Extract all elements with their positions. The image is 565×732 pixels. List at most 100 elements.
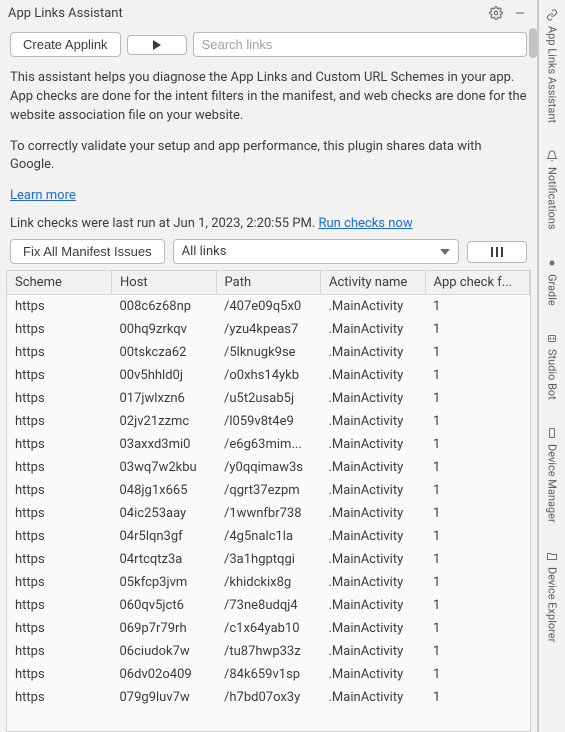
links-table-wrap[interactable]: Scheme Host Path Activity name App check… — [6, 270, 531, 732]
cell-host: 06dv02o409 — [112, 663, 217, 686]
rail-item-elephant[interactable]: Gradle — [545, 252, 559, 310]
cell-check: 1 — [425, 433, 530, 456]
links-table: Scheme Host Path Activity name App check… — [7, 271, 530, 709]
scrollbar-thumb[interactable] — [529, 28, 537, 58]
create-applink-button[interactable]: Create Applink — [10, 32, 121, 57]
table-row[interactable]: https04r5lqn3gf/4g5nalc1la.MainActivity1 — [7, 525, 530, 548]
cell-activity: .MainActivity — [321, 433, 426, 456]
cell-path: /h7bd07ox3y — [216, 686, 321, 709]
cell-path: /5lknugk9se — [216, 341, 321, 364]
cell-scheme: https — [7, 410, 112, 433]
run-checks-link[interactable]: Run checks now — [318, 216, 412, 231]
cell-host: 060qv5jct6 — [112, 594, 217, 617]
cell-scheme: https — [7, 479, 112, 502]
table-row[interactable]: https060qv5jct6/73ne8udqj4.MainActivity1 — [7, 594, 530, 617]
table-row[interactable]: https04rtcqtz3a/3a1hgptqgi.MainActivity1 — [7, 548, 530, 571]
cell-check: 1 — [425, 571, 530, 594]
learn-more-link[interactable]: Learn more — [10, 188, 76, 203]
table-row[interactable]: https02jv21zzmc/l059v8t4e9.MainActivity1 — [7, 410, 530, 433]
fix-manifest-button[interactable]: Fix All Manifest Issues — [10, 239, 165, 264]
table-row[interactable]: https03wq7w2kbu/y0qqimaw3s.MainActivity1 — [7, 456, 530, 479]
cell-path: /73ne8udqj4 — [216, 594, 321, 617]
cell-scheme: https — [7, 433, 112, 456]
rail-item-label: Studio Bot — [546, 349, 559, 400]
table-row[interactable]: https079g9luv7w/h7bd07ox3y.MainActivity1 — [7, 686, 530, 709]
cell-scheme: https — [7, 640, 112, 663]
cell-activity: .MainActivity — [321, 686, 426, 709]
col-scheme[interactable]: Scheme — [7, 271, 112, 295]
table-row[interactable]: https00hq9zrkqv/yzu4kpeas7.MainActivity1 — [7, 318, 530, 341]
cell-host: 069p7r79rh — [112, 617, 217, 640]
rail-item-robot[interactable]: Studio Bot — [545, 327, 559, 404]
table-row[interactable]: https04ic253aay/1wwnfbr738.MainActivity1 — [7, 502, 530, 525]
minimize-icon[interactable] — [511, 4, 529, 22]
status-line: Link checks were last run at Jun 1, 2023… — [0, 212, 537, 239]
cell-check: 1 — [425, 548, 530, 571]
play-button[interactable] — [127, 35, 187, 55]
cell-host: 00hq9zrkqv — [112, 318, 217, 341]
col-check[interactable]: App check f... — [425, 271, 530, 295]
table-row[interactable]: https06dv02o409/84k659v1sp.MainActivity1 — [7, 663, 530, 686]
cell-activity: .MainActivity — [321, 387, 426, 410]
rail-item-label: App Links Assistant — [546, 26, 559, 123]
cell-host: 03wq7w2kbu — [112, 456, 217, 479]
robot-icon — [545, 331, 559, 345]
gear-icon[interactable] — [487, 4, 505, 22]
col-host[interactable]: Host — [112, 271, 217, 295]
col-path[interactable]: Path — [216, 271, 321, 295]
rail-item-label: Gradle — [546, 274, 559, 306]
rail-item-label: Device Manager — [546, 444, 559, 523]
table-row[interactable]: https017jwlxzn6/u5t2usab5j.MainActivity1 — [7, 387, 530, 410]
rail-item-link[interactable]: App Links Assistant — [545, 4, 559, 127]
cell-activity: .MainActivity — [321, 410, 426, 433]
cell-activity: .MainActivity — [321, 640, 426, 663]
cell-host: 079g9luv7w — [112, 686, 217, 709]
table-row[interactable]: https00v5hhld0j/o0xhs14ykb.MainActivity1 — [7, 364, 530, 387]
cell-check: 1 — [425, 318, 530, 341]
table-row[interactable]: https048jg1x665/qgrt37ezpm.MainActivity1 — [7, 479, 530, 502]
phone-icon — [545, 426, 559, 440]
cell-activity: .MainActivity — [321, 341, 426, 364]
rail-item-bell[interactable]: Notifications — [545, 145, 559, 234]
status-time: Jun 1, 2023, 2:20:55 PM — [173, 216, 311, 231]
bell-icon — [545, 149, 559, 163]
cell-scheme: https — [7, 525, 112, 548]
cell-scheme: https — [7, 318, 112, 341]
cell-path: /o0xhs14ykb — [216, 364, 321, 387]
table-row[interactable]: https069p7r79rh/c1x64yab10.MainActivity1 — [7, 617, 530, 640]
cell-path: /khidckix8g — [216, 571, 321, 594]
cell-path: /407e09q5x0 — [216, 295, 321, 318]
table-row[interactable]: https05kfcp3jvm/khidckix8g.MainActivity1 — [7, 571, 530, 594]
cell-scheme: https — [7, 387, 112, 410]
cell-check: 1 — [425, 502, 530, 525]
cell-activity: .MainActivity — [321, 525, 426, 548]
rail-item-phone[interactable]: Device Manager — [545, 422, 559, 527]
cell-scheme: https — [7, 571, 112, 594]
cell-scheme: https — [7, 364, 112, 387]
columns-button[interactable] — [467, 241, 527, 263]
rail-item-label: Device Explorer — [546, 567, 559, 642]
cell-scheme: https — [7, 686, 112, 709]
cell-path: /y0qqimaw3s — [216, 456, 321, 479]
cell-host: 02jv21zzmc — [112, 410, 217, 433]
folder-icon — [545, 549, 559, 563]
cell-check: 1 — [425, 663, 530, 686]
elephant-icon — [545, 256, 559, 270]
description-paragraph-2: To correctly validate your setup and app… — [10, 138, 527, 176]
rail-item-folder[interactable]: Device Explorer — [545, 545, 559, 646]
cell-path: /e6g63mim... — [216, 433, 321, 456]
search-input[interactable] — [193, 32, 527, 57]
col-activity[interactable]: Activity name — [321, 271, 426, 295]
cell-activity: .MainActivity — [321, 548, 426, 571]
table-row[interactable]: https03axxd3mi0/e6g63mim....MainActivity… — [7, 433, 530, 456]
cell-activity: .MainActivity — [321, 571, 426, 594]
cell-host: 04ic253aay — [112, 502, 217, 525]
table-row[interactable]: https06ciudok7w/tu87hwp33z.MainActivity1 — [7, 640, 530, 663]
cell-check: 1 — [425, 410, 530, 433]
cell-path: /4g5nalc1la — [216, 525, 321, 548]
filter-dropdown[interactable]: All links — [173, 239, 459, 264]
table-row[interactable]: https008c6z68np/407e09q5x0.MainActivity1 — [7, 295, 530, 318]
cell-check: 1 — [425, 341, 530, 364]
table-row[interactable]: https00tskcza62/5lknugk9se.MainActivity1 — [7, 341, 530, 364]
cell-check: 1 — [425, 479, 530, 502]
